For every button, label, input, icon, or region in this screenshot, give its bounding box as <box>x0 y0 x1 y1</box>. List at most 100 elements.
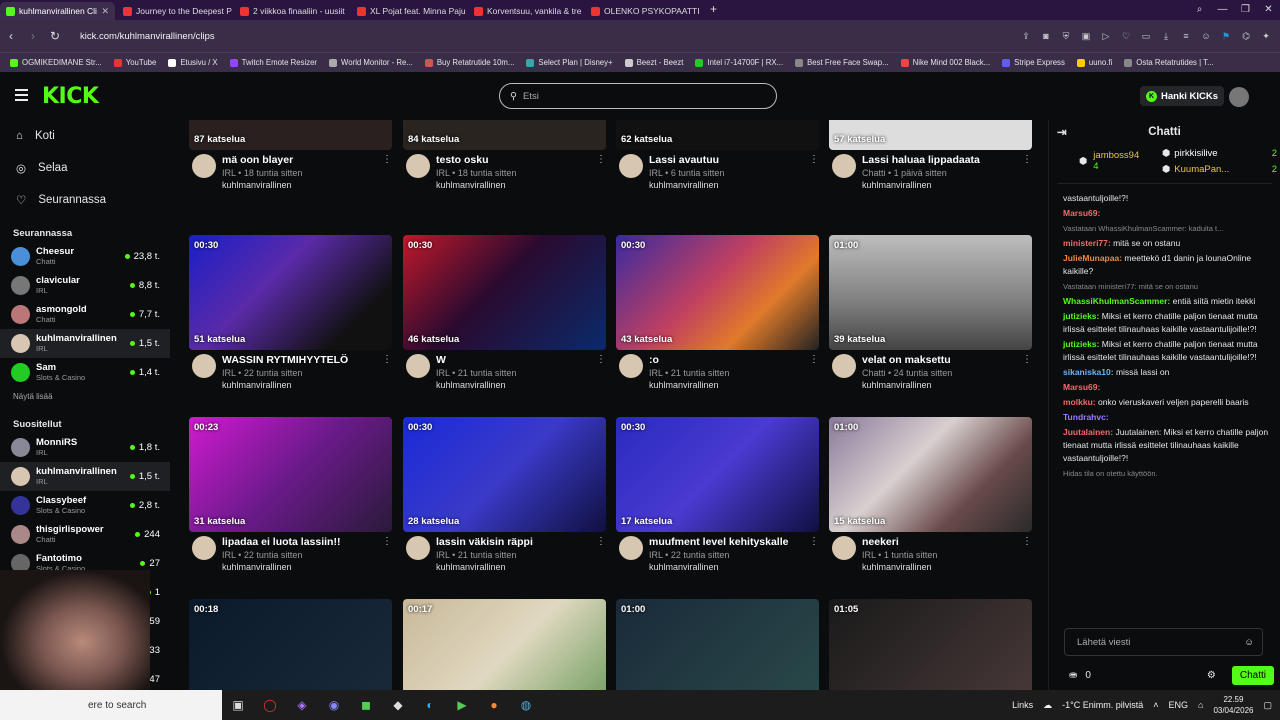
more-options-icon[interactable]: ⋮ <box>809 154 819 191</box>
more-options-icon[interactable]: ⋮ <box>1022 536 1032 573</box>
browser-tab[interactable]: OLENKO PSYKOPAATTI✕ <box>585 2 700 20</box>
clip-card[interactable]: 01:00 39 katselua velat on maksettu Chatti … <box>829 235 1032 391</box>
show-more-link[interactable]: Näytä lisää <box>0 387 170 407</box>
taskbar-search[interactable]: ere to search <box>0 690 222 720</box>
gifter-name[interactable]: pirkkisilive <box>1174 148 1217 159</box>
chat-username[interactable]: ministeri77: <box>1063 238 1111 248</box>
sidebar-nav-koti[interactable]: ⌂ Koti <box>0 120 170 152</box>
extension-icon[interactable]: ⚑ <box>1218 31 1234 42</box>
heart-icon[interactable]: ♡ <box>1118 31 1134 42</box>
search-tabs-icon[interactable]: ⌕ <box>1188 0 1211 20</box>
back-icon[interactable]: ‹ <box>0 29 22 43</box>
app-icon[interactable]: ◼ <box>350 698 382 712</box>
clip-card[interactable]: 01:05 <box>829 599 1032 690</box>
clip-title[interactable]: testo osku <box>436 154 516 167</box>
camera-icon[interactable]: ◙ <box>1038 31 1054 42</box>
bookmark-item[interactable]: YouTube <box>113 58 156 67</box>
clip-thumbnail[interactable]: 01:05 <box>829 599 1032 690</box>
forward-icon[interactable]: › <box>22 29 44 43</box>
clip-thumbnail[interactable]: 57 katselua <box>829 120 1032 150</box>
reload-icon[interactable]: ↻ <box>44 29 66 43</box>
more-options-icon[interactable]: ⋮ <box>809 536 819 573</box>
search-input[interactable]: ⚲ Etsi <box>499 83 777 109</box>
clip-thumbnail[interactable]: 62 katselua <box>616 120 819 150</box>
menu-icon[interactable]: ≡ <box>1178 31 1194 42</box>
clip-thumbnail[interactable]: 00:30 51 katselua <box>189 235 392 350</box>
clip-card[interactable]: 00:30 28 katselua lassin väkisin räppi IRL … <box>403 417 606 573</box>
bookmark-item[interactable]: Etusivu / X <box>168 58 218 67</box>
channel-avatar[interactable] <box>192 536 216 560</box>
clip-channel[interactable]: kuhlmanvirallinen <box>222 379 348 391</box>
more-options-icon[interactable]: ⋮ <box>1022 354 1032 391</box>
bookmark-item[interactable]: World Monitor - Re... <box>329 58 413 67</box>
weather-label[interactable]: -1°C Enimm. pilvistä <box>1062 700 1143 710</box>
profile-icon[interactable]: ☺ <box>1198 31 1214 42</box>
bookmark-item[interactable]: Select Plan | Disney+ <box>526 58 613 67</box>
sidebar-channel[interactable]: asmongold Chatti 7,7 t. <box>0 300 170 329</box>
chat-username[interactable]: Tundrahvc: <box>1063 412 1109 422</box>
notifications-icon[interactable]: ▢ <box>1263 700 1272 711</box>
clip-title[interactable]: lassin väkisin räppi <box>436 536 533 549</box>
sidebar-channel[interactable]: Sam Slots & Casino 1,4 t. <box>0 358 170 387</box>
clip-title[interactable]: :o <box>649 354 729 367</box>
url-field[interactable]: kick.com/kuhlmanvirallinen/clips <box>80 31 215 42</box>
clip-thumbnail[interactable]: 00:30 28 katselua <box>403 417 606 532</box>
clip-title[interactable]: velat on maksettu <box>862 354 952 367</box>
chat-username[interactable]: jutizieks: <box>1063 339 1099 349</box>
more-options-icon[interactable]: ⋮ <box>809 354 819 391</box>
sidebar-channel[interactable]: kuhlmanvirallinen IRL 1,5 t. <box>0 462 170 491</box>
browser-tab[interactable]: Journey to the Deepest Pl✕ <box>117 2 232 20</box>
play-app-icon[interactable]: ▶ <box>446 698 478 712</box>
shield-app-icon[interactable]: ◆ <box>382 698 414 712</box>
share-icon[interactable]: ⇪ <box>1018 31 1034 42</box>
clip-channel[interactable]: kuhlmanvirallinen <box>862 379 952 391</box>
clip-channel[interactable]: kuhlmanvirallinen <box>649 379 729 391</box>
clip-title[interactable]: W <box>436 354 516 367</box>
more-options-icon[interactable]: ⋮ <box>1022 154 1032 191</box>
more-options-icon[interactable]: ⋮ <box>382 154 392 191</box>
chat-username[interactable]: Marsu69: <box>1063 208 1100 218</box>
menu-icon[interactable] <box>15 89 28 104</box>
bookmark-item[interactable]: Beezt - Beezt <box>624 58 683 67</box>
sidebar-channel[interactable]: thisgirlispower Chatti 244 <box>0 520 170 549</box>
download-icon[interactable]: ⤓ <box>1158 31 1174 42</box>
sidebar-channel[interactable]: kuhlmanvirallinen IRL 1,5 t. <box>0 329 170 358</box>
maximize-button[interactable]: ❐ <box>1234 0 1257 20</box>
clip-thumbnail[interactable]: 00:23 31 katselua <box>189 417 392 532</box>
bookmark-item[interactable]: Nike Mind 002 Black... <box>900 58 990 67</box>
more-options-icon[interactable]: ⋮ <box>596 536 606 573</box>
more-options-icon[interactable]: ⋮ <box>382 354 392 391</box>
cube-icon[interactable]: ▣ <box>1078 31 1094 42</box>
clip-card[interactable]: 01:00 15 katselua neekeri IRL • 1 tuntia si… <box>829 417 1032 573</box>
clip-channel[interactable]: kuhlmanvirallinen <box>436 379 516 391</box>
new-tab-button[interactable]: + <box>710 2 717 20</box>
browser-tab[interactable]: kuhlmanvirallinen Cli ✕ <box>0 2 115 20</box>
channel-avatar[interactable] <box>832 154 856 178</box>
teams-icon[interactable]: ◈ <box>286 698 318 712</box>
channel-avatar[interactable] <box>832 536 856 560</box>
sidebar-channel[interactable]: clavicular IRL 8,8 t. <box>0 271 170 300</box>
bookmark-item[interactable]: OGMIKEDIMANE Str... <box>10 58 102 67</box>
browser-tab[interactable]: Korventsuu, vankila & tre✕ <box>468 2 583 20</box>
chat-username[interactable]: molkku: <box>1063 397 1096 407</box>
firefox-icon[interactable]: ● <box>478 698 510 712</box>
clip-channel[interactable]: kuhlmanvirallinen <box>222 561 340 573</box>
gifter-name[interactable]: jamboss94 <box>1093 150 1139 161</box>
more-options-icon[interactable]: ⋮ <box>596 354 606 391</box>
ai-icon[interactable]: ✦ <box>1258 31 1274 42</box>
browser-tab[interactable]: 2 viikkoa finaaliin - uusiit✕ <box>234 2 349 20</box>
clip-card[interactable]: 00:30 43 katselua:o IRL • 21 tuntia sitten… <box>616 235 819 391</box>
clip-title[interactable]: WASSIN RYTMIHYYTELÖ <box>222 354 348 367</box>
channel-avatar[interactable] <box>832 354 856 378</box>
sidebar-nav-selaa[interactable]: ◎ Selaa <box>0 152 170 184</box>
wallet-icon[interactable]: ▭ <box>1138 31 1154 42</box>
shield-icon[interactable]: ⛨ <box>1058 31 1074 42</box>
bookmark-item[interactable]: Twitch Emote Resizer <box>229 58 317 67</box>
puzzle-icon[interactable]: ⌬ <box>1238 31 1254 42</box>
clip-title[interactable]: neekeri <box>862 536 937 549</box>
kick-logo[interactable]: KICK <box>42 84 99 109</box>
chat-username[interactable]: WhassiKhulmanScammer: <box>1063 296 1170 306</box>
channel-avatar[interactable] <box>619 354 643 378</box>
clip-title[interactable]: Lassi haluaa lippadaata <box>862 154 980 167</box>
collapse-chat-icon[interactable]: ⇥ <box>1057 125 1067 139</box>
